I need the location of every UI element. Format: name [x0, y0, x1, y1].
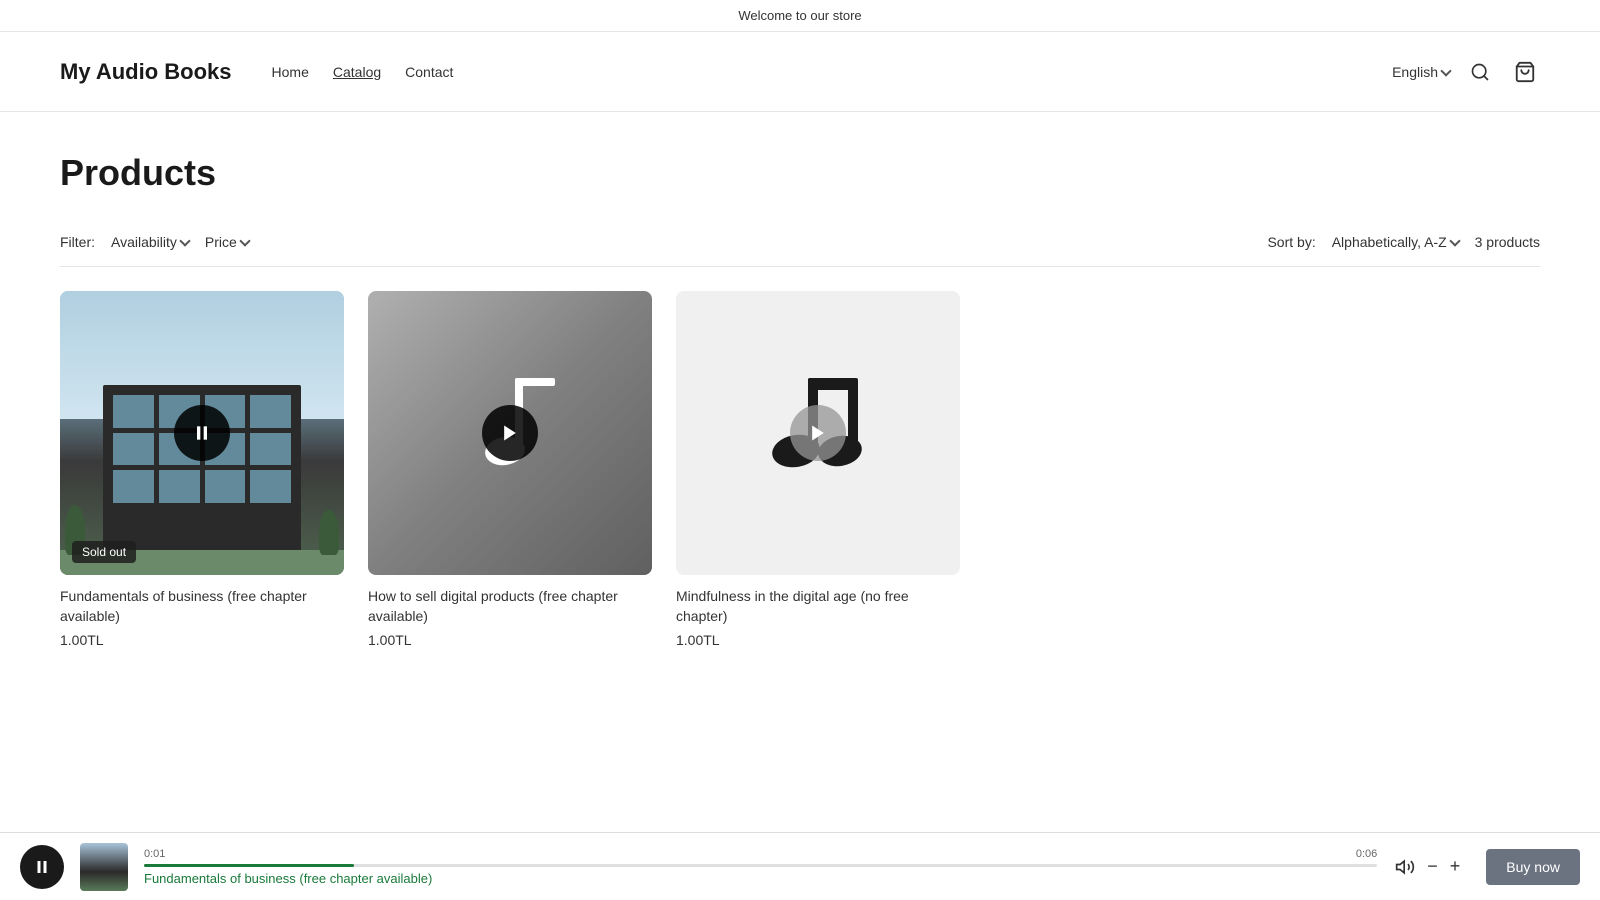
- buy-now-button[interactable]: Buy now: [1486, 849, 1580, 885]
- player-thumbnail: [80, 843, 128, 891]
- filter-left: Filter: Availability Price: [60, 234, 249, 250]
- play-icon: [500, 423, 520, 443]
- sort-label: Sort by:: [1267, 234, 1315, 250]
- product-name-1: Fundamentals of business (free chapter a…: [60, 587, 344, 626]
- sort-right: Sort by: Alphabetically, A-Z 3 products: [1267, 234, 1540, 250]
- price-filter[interactable]: Price: [205, 234, 249, 250]
- product-image-1: Sold out: [60, 291, 344, 575]
- product-card-2[interactable]: How to sell digital products (free chapt…: [368, 291, 652, 648]
- banner-text: Welcome to our store: [738, 8, 861, 23]
- lang-chevron-icon: [1440, 65, 1451, 76]
- price-chevron-icon: [239, 235, 250, 246]
- main-nav: Home Catalog Contact: [272, 64, 454, 80]
- site-title[interactable]: My Audio Books: [60, 59, 232, 85]
- play-icon-3: [808, 423, 828, 443]
- minus-icon: −: [1427, 856, 1438, 877]
- search-button[interactable]: [1466, 58, 1494, 86]
- price-label: Price: [205, 234, 237, 250]
- main-content: Products Filter: Availability Price Sort…: [0, 112, 1600, 748]
- sort-value: Alphabetically, A-Z: [1332, 234, 1447, 250]
- volume-up-button[interactable]: +: [1448, 854, 1463, 879]
- availability-chevron-icon: [179, 235, 190, 246]
- sort-selector[interactable]: Alphabetically, A-Z: [1332, 234, 1459, 250]
- sort-chevron-icon: [1449, 235, 1460, 246]
- player-current-time: 0:01: [144, 848, 165, 860]
- header-right: English: [1392, 57, 1540, 87]
- filter-bar: Filter: Availability Price Sort by: Alph…: [60, 234, 1540, 267]
- product-grid: Sold out Fundamentals of business (free …: [60, 291, 960, 648]
- volume-icon-button[interactable]: [1393, 855, 1417, 879]
- product-price-2: 1.00TL: [368, 632, 652, 648]
- volume-icon: [1395, 857, 1415, 877]
- availability-label: Availability: [111, 234, 177, 250]
- products-count: 3 products: [1475, 234, 1540, 250]
- volume-down-button[interactable]: −: [1425, 854, 1440, 879]
- play-overlay-2[interactable]: [482, 405, 538, 461]
- language-label: English: [1392, 64, 1438, 80]
- player-pause-icon: [33, 858, 51, 876]
- top-banner: Welcome to our store: [0, 0, 1600, 32]
- cart-button[interactable]: [1510, 57, 1540, 87]
- tree-right: [319, 510, 339, 555]
- search-icon: [1470, 62, 1490, 82]
- product-price-1: 1.00TL: [60, 632, 344, 648]
- nav-contact[interactable]: Contact: [405, 64, 453, 80]
- player-total-time: 0:06: [1356, 848, 1377, 860]
- plus-icon: +: [1450, 856, 1461, 877]
- player-progress-fill: [144, 864, 354, 867]
- bottom-player: 0:01 0:06 Fundamentals of business (free…: [0, 832, 1600, 900]
- player-progress-bar[interactable]: [144, 864, 1377, 867]
- header: My Audio Books Home Catalog Contact Engl…: [0, 32, 1600, 112]
- player-volume-controls: − +: [1393, 854, 1462, 879]
- language-selector[interactable]: English: [1392, 64, 1450, 80]
- pause-icon: [192, 423, 212, 443]
- availability-filter[interactable]: Availability: [111, 234, 189, 250]
- product-card-3[interactable]: Mindfulness in the digital age (no free …: [676, 291, 960, 648]
- player-pause-button[interactable]: [20, 845, 64, 889]
- product-card-1[interactable]: Sold out Fundamentals of business (free …: [60, 291, 344, 648]
- pause-overlay-1[interactable]: [174, 405, 230, 461]
- header-left: My Audio Books Home Catalog Contact: [60, 59, 453, 85]
- nav-catalog[interactable]: Catalog: [333, 64, 381, 80]
- filter-label: Filter:: [60, 234, 95, 250]
- product-image-3: [676, 291, 960, 575]
- product-price-3: 1.00TL: [676, 632, 960, 648]
- page-title: Products: [60, 152, 1540, 194]
- player-track-name: Fundamentals of business (free chapter a…: [144, 871, 1377, 886]
- player-progress-area: 0:01 0:06 Fundamentals of business (free…: [144, 848, 1377, 886]
- player-thumb-image: [80, 843, 128, 891]
- play-overlay-3[interactable]: [790, 405, 846, 461]
- sold-out-badge-1: Sold out: [72, 541, 136, 563]
- product-name-3: Mindfulness in the digital age (no free …: [676, 587, 960, 626]
- cart-icon: [1514, 61, 1536, 83]
- nav-home[interactable]: Home: [272, 64, 309, 80]
- player-time-row: 0:01 0:06: [144, 848, 1377, 860]
- product-name-2: How to sell digital products (free chapt…: [368, 587, 652, 626]
- product-image-2: [368, 291, 652, 575]
